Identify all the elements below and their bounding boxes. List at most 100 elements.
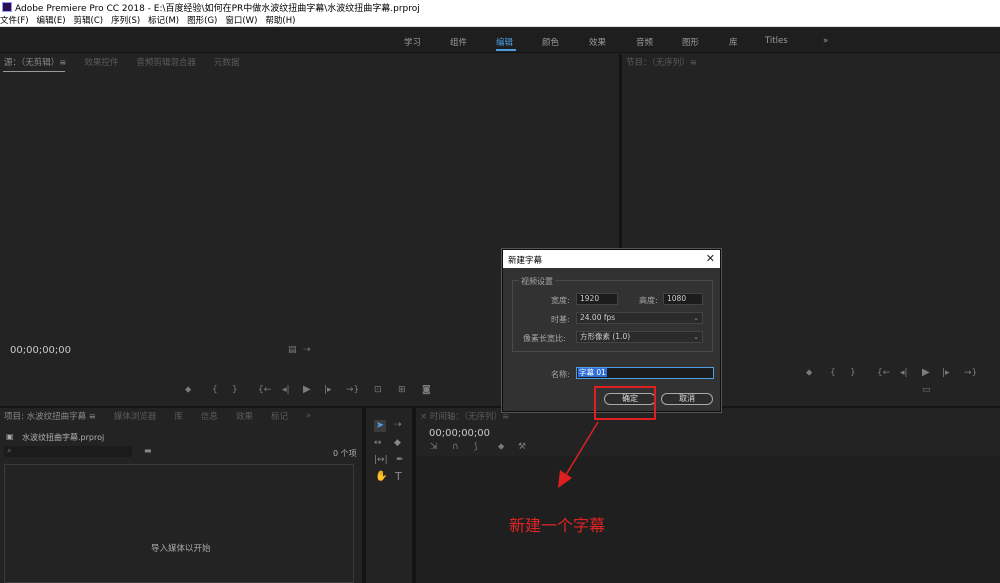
dialog-titlebar: 新建字幕 ✕	[503, 250, 720, 268]
workspace-tab-assembly[interactable]: 组件	[450, 36, 467, 48]
source-panel-tabs: 源：（无剪辑）≡ 效果控件 音频剪辑混合器 元数据	[0, 54, 619, 70]
title-name-input[interactable]: 字幕 01	[576, 367, 714, 379]
program-mark-out-icon[interactable]: }	[850, 368, 856, 378]
mark-out-icon[interactable]: }	[232, 385, 238, 395]
project-panel: 项目: 水波纹扭曲字幕 ≡ 媒体浏览器 库 信息 效果 标记 » ▣ 水波纹扭曲…	[0, 408, 362, 583]
overwrite-icon[interactable]: ⊞	[398, 385, 406, 395]
workspace-tab-libraries[interactable]: 库	[729, 36, 738, 48]
program-go-to-in-icon[interactable]: {←	[877, 368, 890, 378]
program-step-back-icon[interactable]: ◂|	[900, 368, 908, 378]
search-icon: ⌕	[7, 446, 12, 455]
razor-tool-icon[interactable]: ◆	[394, 438, 401, 448]
fit-dropdown-icon[interactable]: ▤	[288, 345, 297, 355]
insert-icon[interactable]: ⊡	[374, 385, 382, 395]
step-forward-icon[interactable]: |▸	[324, 385, 332, 395]
project-panel-tabs: 项目: 水波纹扭曲字幕 ≡ 媒体浏览器 库 信息 效果 标记 »	[0, 408, 362, 424]
program-add-marker-icon[interactable]: ⬥	[806, 368, 812, 378]
pixel-aspect-ratio-select[interactable]: 方形像素 (1.0) ⌄	[576, 331, 703, 343]
play-icon[interactable]: ▶	[303, 384, 311, 395]
new-bin-icon[interactable]: ▬	[144, 446, 152, 455]
add-marker-icon[interactable]: ⬥	[185, 385, 191, 395]
tab-program[interactable]: 节目：（无序列）≡	[626, 56, 697, 68]
menu-file[interactable]: 文件(F)	[0, 14, 29, 26]
workspace-tab-editing[interactable]: 编辑	[496, 36, 513, 48]
active-tab-underline	[3, 71, 65, 72]
menu-marker[interactable]: 标记(M)	[148, 14, 179, 26]
timebase-value: 24.00 fps	[580, 313, 616, 322]
track-select-tool-icon[interactable]: ⇢	[394, 420, 402, 430]
close-icon[interactable]: ✕	[706, 252, 715, 265]
project-file-icon: ▣	[6, 432, 14, 441]
chevron-down-icon: ⌄	[693, 314, 699, 322]
mark-in-icon[interactable]: {	[212, 385, 218, 395]
item-count: 0 个项	[333, 449, 357, 458]
cancel-button[interactable]: 取消	[661, 393, 713, 405]
dialog-title: 新建字幕	[508, 256, 543, 266]
workspace-tab-titles[interactable]: Titles	[765, 36, 788, 46]
program-go-to-out-icon[interactable]: →}	[964, 368, 977, 378]
workspace-tab-graphics[interactable]: 图形	[682, 36, 699, 48]
export-frame-icon[interactable]: ◙	[422, 385, 431, 395]
go-to-out-icon[interactable]: →}	[346, 385, 359, 395]
height-field[interactable]: 1080	[663, 293, 703, 305]
slip-tool-icon[interactable]: |↔|	[374, 455, 388, 465]
annotation-text: 新建一个字幕	[509, 516, 606, 535]
type-tool-icon[interactable]: T	[395, 470, 402, 483]
program-play-icon[interactable]: ▶	[922, 367, 930, 378]
program-export-frame-icon[interactable]: ▭	[922, 385, 931, 395]
panel-overflow-button[interactable]: »	[306, 411, 311, 421]
step-back-icon[interactable]: ◂|	[282, 385, 290, 395]
pen-tool-icon[interactable]: ✒	[396, 455, 404, 465]
menu-window[interactable]: 窗口(W)	[225, 14, 257, 26]
window-titlebar: Adobe Premiere Pro CC 2018 - E:\百度经验\如何在…	[0, 0, 1000, 14]
tab-libraries[interactable]: 库	[174, 410, 183, 422]
project-file-name: 水波纹扭曲字幕.prproj	[22, 433, 105, 442]
import-media-hint: 导入媒体以开始	[151, 544, 211, 554]
timeline-settings-icon[interactable]: ⚒	[518, 442, 526, 452]
ripple-edit-tool-icon[interactable]: ↔	[374, 438, 382, 448]
video-settings-label: 视频设置	[519, 276, 555, 287]
nest-toggle-icon[interactable]: ⇲	[430, 442, 438, 452]
snap-icon[interactable]: ∩	[452, 442, 459, 452]
menu-graphics[interactable]: 图形(G)	[187, 14, 217, 26]
tab-markers[interactable]: 标记	[271, 410, 288, 422]
tab-source[interactable]: 源：（无剪辑）≡	[4, 56, 66, 68]
tab-effect-controls[interactable]: 效果控件	[84, 56, 118, 68]
menu-sequence[interactable]: 序列(S)	[111, 14, 140, 26]
timeline-timecode[interactable]: 00;00;00;00	[429, 428, 490, 439]
menu-help[interactable]: 帮助(H)	[265, 14, 295, 26]
timeline-panel: × 时间轴：（无序列）≡ 00;00;00;00 ⇲ ∩ ⟆ ⬥ ⚒	[416, 408, 1000, 583]
program-step-forward-icon[interactable]: |▸	[942, 368, 950, 378]
workspace-tab-learn[interactable]: 学习	[404, 36, 421, 48]
tab-metadata[interactable]: 元数据	[214, 56, 240, 68]
timebase-select[interactable]: 24.00 fps ⌄	[576, 312, 703, 324]
menu-edit[interactable]: 编辑(E)	[37, 14, 66, 26]
workspace-tab-audio[interactable]: 音频	[636, 36, 653, 48]
project-bin-area[interactable]: 导入媒体以开始	[4, 464, 354, 583]
project-search-input[interactable]: ⌕	[4, 446, 132, 457]
timeline-add-marker-icon[interactable]: ⬥	[498, 442, 504, 452]
hand-tool-icon[interactable]: ✋	[375, 471, 387, 482]
tab-timeline[interactable]: × 时间轴：（无序列）≡	[420, 410, 509, 422]
settings-icon[interactable]: ⇢	[303, 345, 311, 355]
tab-project[interactable]: 项目: 水波纹扭曲字幕 ≡	[4, 410, 96, 422]
width-field[interactable]: 1920	[576, 293, 618, 305]
source-timecode[interactable]: 00;00;00;00	[10, 345, 71, 356]
timeline-track-area[interactable]	[416, 456, 1000, 583]
tab-media-browser[interactable]: 媒体浏览器	[114, 410, 157, 422]
selection-tool-icon[interactable]: ➤	[374, 420, 386, 432]
title-name-value: 字幕 01	[578, 368, 607, 377]
width-label: 宽度:	[551, 296, 570, 305]
tab-info[interactable]: 信息	[201, 410, 218, 422]
linked-selection-icon[interactable]: ⟆	[474, 442, 478, 452]
tab-audio-clip-mixer[interactable]: 音频剪辑混合器	[136, 56, 196, 68]
workspace-tab-color[interactable]: 颜色	[542, 36, 559, 48]
annotation-arrow-icon	[558, 421, 599, 488]
go-to-in-icon[interactable]: {←	[258, 385, 271, 395]
program-mark-in-icon[interactable]: {	[830, 368, 836, 378]
workspace-overflow-button[interactable]: »	[823, 36, 828, 46]
height-label: 高度:	[639, 296, 658, 305]
tab-effects[interactable]: 效果	[236, 410, 253, 422]
workspace-tab-effects[interactable]: 效果	[589, 36, 606, 48]
menu-clip[interactable]: 剪辑(C)	[74, 14, 104, 26]
